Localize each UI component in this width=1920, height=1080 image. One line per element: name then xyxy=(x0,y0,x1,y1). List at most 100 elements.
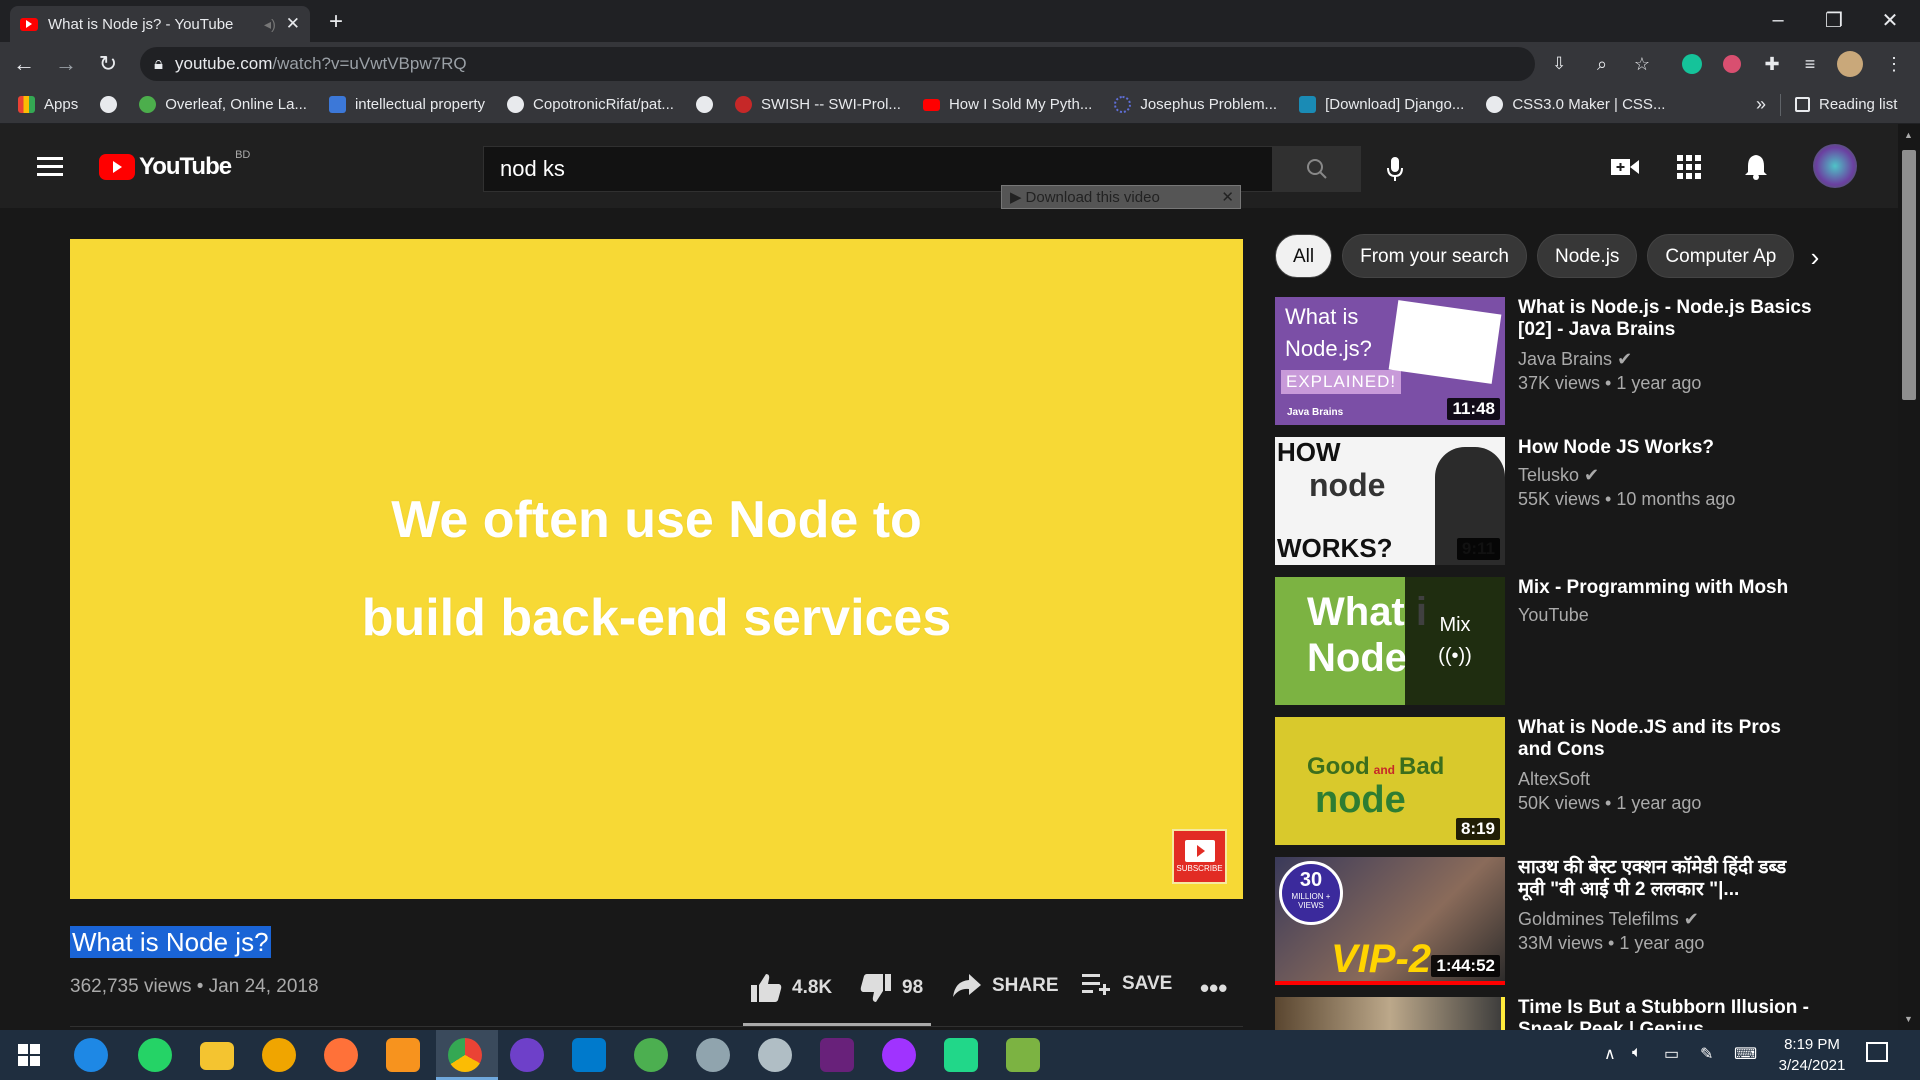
whatsapp-icon[interactable] xyxy=(138,1038,172,1072)
pycharm-icon[interactable] xyxy=(944,1038,978,1072)
scrollbar-thumb[interactable] xyxy=(1902,150,1916,400)
volume-icon[interactable]: 🔈︎ xyxy=(1632,1044,1642,1062)
hamburger-menu-icon[interactable] xyxy=(36,152,64,180)
bookmark-globe[interactable] xyxy=(100,96,118,113)
bookmarks-overflow-button[interactable]: » xyxy=(1756,94,1766,115)
windows-start-icon[interactable] xyxy=(10,1036,48,1074)
recommended-mix[interactable]: What i Node Mix ((•)) Mix - Programming w… xyxy=(1275,577,1835,705)
video-caption-line-2: build back-end services xyxy=(361,589,952,647)
bookmark-josephus[interactable]: Josephus Problem... xyxy=(1114,96,1277,113)
visual-studio-icon[interactable] xyxy=(820,1038,854,1072)
app-icon[interactable] xyxy=(1006,1038,1040,1072)
tab-audio-icon[interactable]: ◂) xyxy=(264,16,276,33)
tray-chevron-icon[interactable]: ∧ xyxy=(1604,1044,1616,1064)
microphone-icon[interactable] xyxy=(1380,154,1410,184)
recommended-video[interactable]: Time Is But a Stubborn Illusion - Sneak … xyxy=(1275,997,1835,1030)
vscode-icon[interactable] xyxy=(572,1038,606,1072)
forward-button[interactable]: → xyxy=(48,46,84,82)
recommended-video[interactable]: Good and Bad node 8:19 What is Node.JS and… xyxy=(1275,717,1835,845)
grammarly-extension-icon[interactable] xyxy=(1678,50,1706,78)
bookmark-css-maker[interactable]: CSS3.0 Maker | CSS... xyxy=(1486,96,1665,113)
file-explorer-icon[interactable] xyxy=(200,1042,234,1070)
loading-icon xyxy=(1114,96,1132,113)
search-app-icon[interactable] xyxy=(74,1038,108,1072)
zoom-icon[interactable]: ⌕ xyxy=(1588,50,1616,78)
video-thumbnail[interactable]: 30 MILLION + VIEWS VIP-2 1:44:52 xyxy=(1275,857,1505,985)
recommended-video[interactable]: HOW node WORKS? 9:11 How Node JS Works? … xyxy=(1275,437,1835,565)
minimize-button[interactable]: – xyxy=(1750,0,1806,40)
bookmark-swish[interactable]: SWISH -- SWI-Prol... xyxy=(734,96,901,113)
extension-icon[interactable] xyxy=(1718,50,1746,78)
chip-computer-ap[interactable]: Computer Ap xyxy=(1647,234,1795,278)
view-count: 33M views • 1 year ago xyxy=(1518,933,1705,953)
share-button[interactable]: SHARE xyxy=(952,973,1059,999)
video-thumbnail[interactable]: Good and Bad node 8:19 xyxy=(1275,717,1505,845)
extensions-puzzle-icon[interactable]: ✚ xyxy=(1758,50,1786,78)
tab-close-icon[interactable]: ✕ xyxy=(286,14,300,34)
video-player[interactable]: We often use Node to build back-end serv… xyxy=(70,239,1243,899)
app-icon[interactable] xyxy=(696,1038,730,1072)
new-tab-button[interactable]: + xyxy=(322,8,350,36)
address-bar[interactable]: 🔒︎ youtube.com/watch?v=uVwtVBpw7RQ ⇩ xyxy=(140,47,1566,81)
messenger-icon[interactable] xyxy=(882,1038,916,1072)
scroll-up-arrow-icon[interactable]: ▲ xyxy=(1904,130,1913,140)
recommended-video[interactable]: 30 MILLION + VIEWS VIP-2 1:44:52 साउथ की… xyxy=(1275,857,1835,985)
bookmark-intellectual-property[interactable]: intellectual property xyxy=(328,96,485,113)
profile-avatar[interactable] xyxy=(1836,50,1864,78)
page-scrollbar[interactable]: ▲ ▼ xyxy=(1898,124,1920,1030)
firefox-icon[interactable] xyxy=(324,1038,358,1072)
video-duration: 9:11 xyxy=(1456,538,1500,560)
youtube-logo[interactable]: YouTube BD xyxy=(99,149,250,181)
video-thumbnail[interactable] xyxy=(1275,997,1505,1030)
browser-tab[interactable]: What is Node js? - YouTube ◂) ✕ xyxy=(10,6,310,42)
like-button[interactable]: 4.8K xyxy=(750,973,832,1003)
recommended-video[interactable]: What is Node.js? EXPLAINED! Java Brains 1… xyxy=(1275,297,1835,425)
subscribe-watermark-button[interactable]: SUBSCRIBE xyxy=(1172,829,1227,884)
app-icon[interactable] xyxy=(262,1038,296,1072)
bookmark-overleaf[interactable]: Overleaf, Online La... xyxy=(139,96,307,113)
back-button[interactable]: ← xyxy=(6,46,42,82)
bookmark-star-icon[interactable]: ☆ xyxy=(1628,50,1656,78)
dislike-button[interactable]: 98 xyxy=(860,973,923,1003)
search-button[interactable] xyxy=(1273,146,1361,192)
notifications-icon[interactable] xyxy=(1866,1042,1888,1062)
bookmark-github[interactable]: CopotronicRifat/pat... xyxy=(507,96,674,113)
notifications-bell-icon[interactable] xyxy=(1743,153,1769,181)
more-actions-icon[interactable]: ••• xyxy=(1200,973,1227,1004)
app-icon[interactable] xyxy=(634,1038,668,1072)
keyboard-icon[interactable]: ⌨ xyxy=(1734,1044,1757,1064)
video-title: What is Node js? xyxy=(70,926,271,958)
reload-button[interactable]: ↻ xyxy=(90,46,126,82)
apps-grid-icon[interactable] xyxy=(1677,155,1701,179)
chips-next-chevron-icon[interactable]: › xyxy=(1792,234,1838,280)
mix-thumbnail[interactable]: What i Node Mix ((•)) xyxy=(1275,577,1505,705)
media-control-icon[interactable]: ≡ xyxy=(1796,50,1824,78)
network-icon[interactable]: ▭ xyxy=(1664,1044,1679,1064)
video-thumbnail[interactable]: What is Node.js? EXPLAINED! Java Brains 1… xyxy=(1275,297,1505,425)
install-icon[interactable]: ⇩ xyxy=(1552,54,1566,74)
download-close-icon[interactable]: ✕ xyxy=(1221,188,1234,206)
chip-all[interactable]: All xyxy=(1275,234,1333,278)
scroll-down-arrow-icon[interactable]: ▼ xyxy=(1904,1014,1913,1024)
bookmark-youtube[interactable]: How I Sold My Pyth... xyxy=(922,96,1092,113)
account-avatar[interactable] xyxy=(1813,144,1857,188)
bookmark-globe-2[interactable] xyxy=(695,96,713,113)
restore-button[interactable]: ❐ xyxy=(1806,0,1862,40)
video-thumbnail[interactable]: HOW node WORKS? 9:11 xyxy=(1275,437,1505,565)
download-video-bar[interactable]: ▶ Download this video ✕ xyxy=(1001,185,1241,209)
reading-list-button[interactable]: Reading list xyxy=(1795,96,1897,113)
bookmark-django[interactable]: [Download] Django... xyxy=(1299,96,1464,113)
system-clock[interactable]: 8:19 PM 3/24/2021 xyxy=(1774,1034,1850,1076)
close-window-button[interactable]: ✕ xyxy=(1862,0,1918,40)
browser-menu-icon[interactable]: ⋮ xyxy=(1880,50,1908,78)
github-desktop-icon[interactable] xyxy=(510,1038,544,1072)
chrome-icon[interactable] xyxy=(448,1038,482,1072)
app-icon[interactable] xyxy=(758,1038,792,1072)
pen-icon[interactable]: ✎ xyxy=(1700,1044,1713,1064)
create-video-icon[interactable] xyxy=(1610,153,1640,181)
bookmark-apps[interactable]: Apps xyxy=(18,96,78,113)
save-button[interactable]: SAVE xyxy=(1082,973,1172,995)
sublime-icon[interactable] xyxy=(386,1038,420,1072)
chip-from-your-search[interactable]: From your search xyxy=(1342,234,1527,278)
chip-nodejs[interactable]: Node.js xyxy=(1537,234,1638,278)
